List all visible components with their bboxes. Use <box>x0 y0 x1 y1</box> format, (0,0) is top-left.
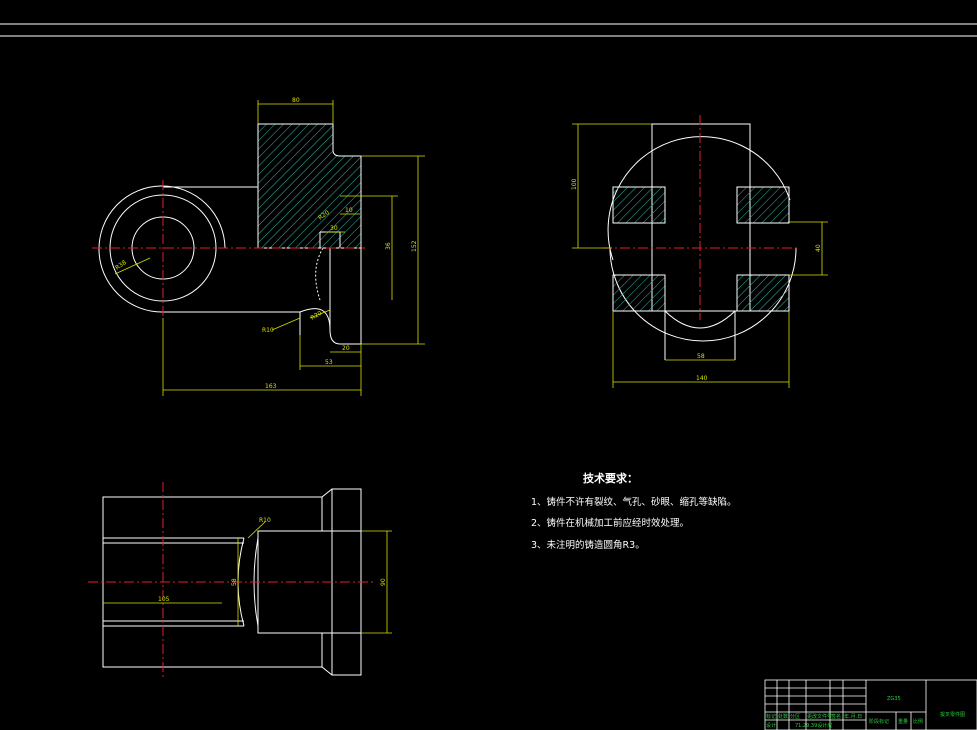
side-hatch <box>612 186 790 312</box>
dim-top-width: 80 <box>292 97 300 104</box>
tb-material: ZG35 <box>887 696 901 702</box>
dim-r10-front: R10 <box>262 327 274 334</box>
dim-90: 90 <box>380 578 387 586</box>
side-view <box>607 123 797 360</box>
notes-item-3: 3、未注明的铸造圆角R3。 <box>531 539 645 551</box>
notes-item-2: 2、铸件在机械加工前应经时效处理。 <box>531 517 689 529</box>
tb-stage-label: 阶段标记 <box>869 718 889 725</box>
hatched-section <box>257 123 362 249</box>
hub-outer-arc <box>98 185 226 313</box>
dim-53: 53 <box>325 359 333 366</box>
notes-item-1: 1、铸件不许有裂纹、气孔、砂眼、缩孔等缺陷。 <box>531 496 737 508</box>
notes-title: 技术要求： <box>583 471 638 485</box>
dim-152: 152 <box>411 240 418 252</box>
dim-r10-plan: R10 <box>259 517 271 524</box>
tb-weight-label: 重量 <box>898 718 908 725</box>
dim-40: 40 <box>815 244 822 252</box>
tb-label-4: 签名 <box>831 713 841 720</box>
dim-100: 100 <box>571 178 578 190</box>
dim-10: 10 <box>345 207 353 214</box>
tb-label-5: 年.月.日 <box>844 713 862 720</box>
dim-r38: R38 <box>114 259 128 272</box>
tb-design-value: 71.29.39设计成 <box>795 722 832 729</box>
dim-20: 20 <box>342 345 350 352</box>
tb-label-0: 标记 <box>766 713 776 720</box>
tb-design-label: 设计 <box>766 722 776 729</box>
tb-scale-label: 比例 <box>913 718 923 725</box>
tb-drawing-name: 拔叉零件图 <box>940 711 965 718</box>
dim-58-side: 58 <box>697 353 705 360</box>
plan-dimensions <box>103 521 392 634</box>
tb-label-1: 处数 <box>778 713 788 720</box>
tb-label-2: 分区 <box>790 713 800 720</box>
dim-58-plan: 58 <box>231 578 238 586</box>
dim-30: 30 <box>330 225 338 232</box>
dim-163: 163 <box>265 383 277 390</box>
dim-105: 105 <box>158 596 170 603</box>
front-view <box>98 123 362 345</box>
dim-140: 140 <box>696 375 708 382</box>
tb-label-3: 更改文件号 <box>807 713 832 720</box>
dim-r20-front: R20 <box>310 310 324 322</box>
drawing-canvas: 80 152 36 10 30 R38 R20 R10 R20 20 53 16… <box>0 23 977 730</box>
dim-36: 36 <box>385 242 392 250</box>
